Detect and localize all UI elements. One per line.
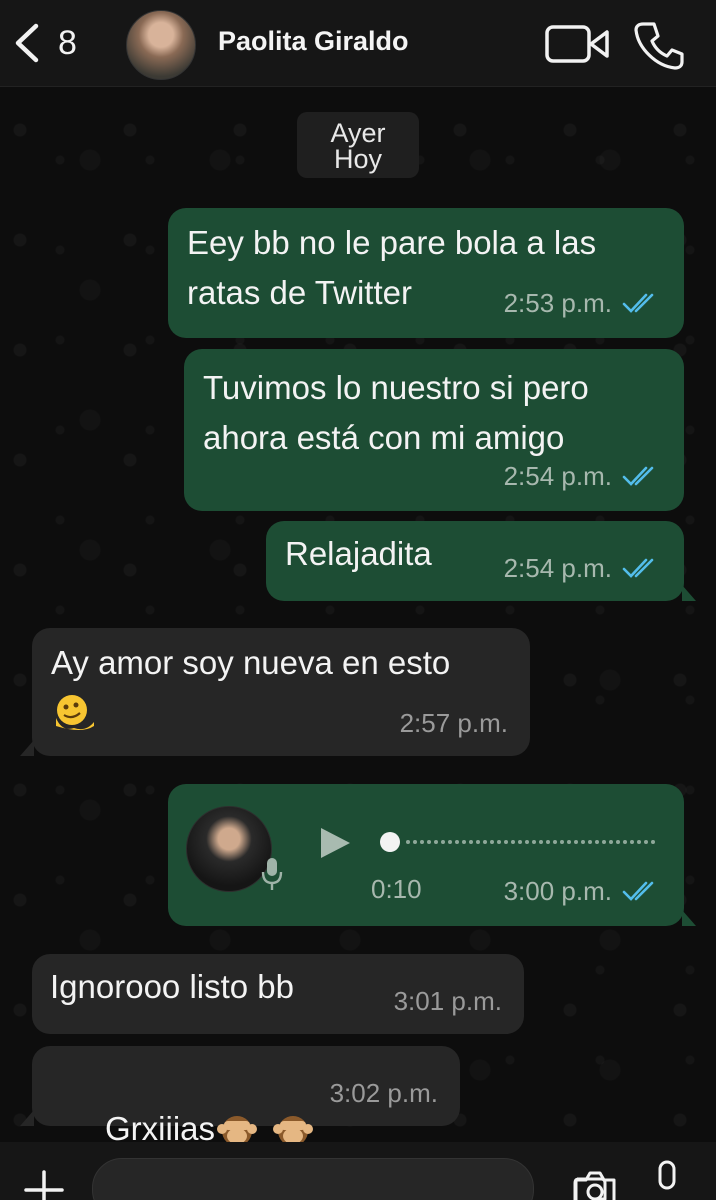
message-meta: 2:54 p.m. [504, 451, 662, 501]
message-meta: 2:57 p.m. [400, 698, 508, 748]
chat-screen: 8 Paolita Giraldo Ayer Hoy Eey bb no le … [0, 0, 716, 1200]
contact-name[interactable]: Paolita Giraldo [218, 26, 409, 57]
composer-bar [0, 1142, 716, 1200]
bubble-tail [682, 585, 696, 601]
voice-message-bubble[interactable]: 0:10 3:00 p.m. [168, 784, 684, 926]
message-bubble-incoming[interactable]: Grxiiias 3:02 p.m. [32, 1046, 460, 1147]
date-separator: Ayer Hoy [297, 112, 419, 178]
bubble-tail [682, 910, 696, 926]
unread-count: 8 [58, 23, 77, 62]
message-meta: 3:02 p.m. [330, 1068, 438, 1118]
message-bubble-outgoing[interactable]: Tuvimos lo nuestro si pero ahora está co… [184, 349, 684, 511]
melting-face-emoji-icon [56, 695, 94, 730]
microphone-icon [261, 858, 283, 890]
message-bubble-incoming[interactable]: Ignorooo listo bb 3:01 p.m. [32, 954, 524, 1034]
double-check-icon [622, 558, 654, 578]
message-bubble-outgoing[interactable]: Relajadita 2:54 p.m. [266, 521, 684, 601]
message-meta: 3:00 p.m. [504, 866, 662, 916]
double-check-icon [622, 293, 654, 313]
chevron-left-icon [15, 23, 39, 63]
voice-duration: 0:10 [371, 874, 422, 904]
message-time: 3:01 p.m. [393, 986, 502, 1016]
message-time: 3:02 p.m. [329, 1078, 438, 1108]
back-button[interactable]: 8 [12, 20, 77, 66]
bubble-tail [20, 740, 34, 756]
double-check-icon [622, 881, 654, 901]
message-text: Ay amor soy nueva en esto [51, 644, 451, 681]
message-bubble-incoming[interactable]: Ay amor soy nueva en esto 2:57 p.m. [32, 628, 530, 756]
audio-progress-slider[interactable] [380, 832, 658, 852]
video-call-icon[interactable] [544, 22, 610, 66]
message-meta: 2:53 p.m. [504, 278, 662, 328]
bubble-tail [20, 1110, 34, 1126]
message-time: 3:00 p.m. [503, 876, 612, 906]
double-check-icon [622, 466, 654, 486]
phone-icon[interactable] [634, 20, 684, 70]
message-input[interactable] [92, 1158, 607, 1200]
date-label-today: Hoy [333, 144, 382, 174]
microphone-icon[interactable] [652, 1160, 682, 1200]
plus-icon[interactable] [22, 1168, 66, 1200]
contact-avatar[interactable] [126, 10, 196, 80]
play-icon[interactable] [318, 826, 352, 860]
chat-header: 8 Paolita Giraldo [0, 0, 716, 87]
message-time: 2:54 p.m. [503, 461, 612, 491]
message-time: 2:53 p.m. [503, 288, 612, 318]
message-time: 2:57 p.m. [399, 708, 508, 738]
message-bubble-outgoing[interactable]: Eey bb no le pare bola a las ratas de Tw… [168, 208, 684, 338]
camera-icon[interactable] [572, 1168, 618, 1200]
message-text: Tuvimos lo nuestro si pero ahora está co… [203, 369, 589, 456]
message-time: 2:54 p.m. [503, 553, 612, 583]
message-meta: 2:54 p.m. [504, 543, 662, 593]
message-meta: 3:01 p.m. [394, 976, 502, 1026]
